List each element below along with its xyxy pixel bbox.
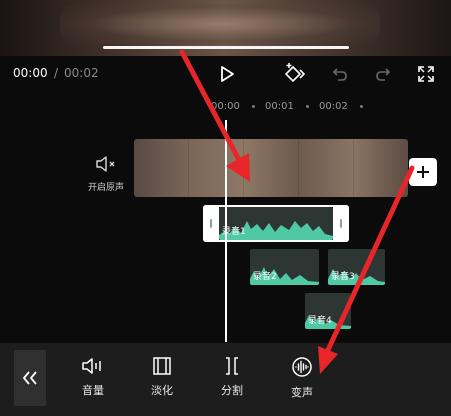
fade-icon	[153, 357, 171, 375]
video-preview-content	[60, 4, 380, 44]
undo-button[interactable]	[328, 62, 352, 86]
ruler-tick: 00:02	[319, 101, 348, 112]
original-sound-toggle[interactable]	[94, 153, 118, 175]
audio-clip-label: 录音4	[308, 316, 332, 326]
tool-split[interactable]: 分割	[210, 356, 254, 398]
redo-button[interactable]	[371, 62, 395, 86]
tool-fade[interactable]: 淡化	[140, 356, 184, 398]
play-icon	[221, 66, 234, 82]
tool-label: 变声	[291, 386, 313, 399]
fullscreen-icon	[418, 66, 434, 82]
plus-icon	[417, 166, 429, 178]
speaker-muted-icon	[96, 156, 115, 172]
keyframe-icon	[284, 63, 306, 83]
trim-handle-left[interactable]	[203, 205, 219, 242]
original-sound-label: 开启原声	[87, 183, 124, 193]
preview-progress-line	[103, 46, 349, 49]
split-icon	[226, 357, 238, 375]
audio-clip-4[interactable]: 录音4	[305, 293, 351, 329]
audio-clip-3[interactable]: 录音3	[328, 249, 385, 285]
audio-clip-label: 录音3	[331, 272, 355, 282]
ruler-tick: 00:01	[265, 101, 294, 112]
keyframe-button[interactable]	[282, 60, 310, 86]
collapse-toolbar-button[interactable]	[14, 350, 46, 406]
audio-clip-label: 录音2	[253, 272, 277, 282]
tool-label: 音量	[82, 384, 104, 397]
playhead[interactable]	[225, 120, 227, 342]
undo-icon	[332, 68, 347, 81]
redo-icon	[376, 68, 391, 81]
ruler-dot	[360, 105, 363, 108]
audio-clip-2[interactable]: 录音2	[250, 249, 319, 285]
time-separator: /	[54, 66, 59, 80]
trim-handle-right[interactable]	[333, 205, 349, 242]
voice-change-icon	[292, 357, 312, 377]
fullscreen-button[interactable]	[414, 62, 438, 86]
video-track-clip[interactable]	[134, 139, 408, 197]
ruler-tick: 00:00	[211, 101, 240, 112]
total-time: 00:02	[64, 66, 99, 80]
ruler-dot	[306, 105, 309, 108]
add-clip-button[interactable]	[409, 158, 437, 186]
current-time: 00:00	[13, 66, 48, 80]
tool-voice-change[interactable]: 变声	[280, 356, 324, 400]
tool-label: 淡化	[151, 384, 173, 397]
tool-volume[interactable]: 音量	[71, 356, 115, 398]
ruler-dot	[252, 105, 255, 108]
volume-icon	[82, 358, 101, 374]
tool-label: 分割	[221, 384, 243, 397]
double-chevron-left-icon	[22, 371, 37, 385]
play-button[interactable]	[215, 62, 239, 86]
